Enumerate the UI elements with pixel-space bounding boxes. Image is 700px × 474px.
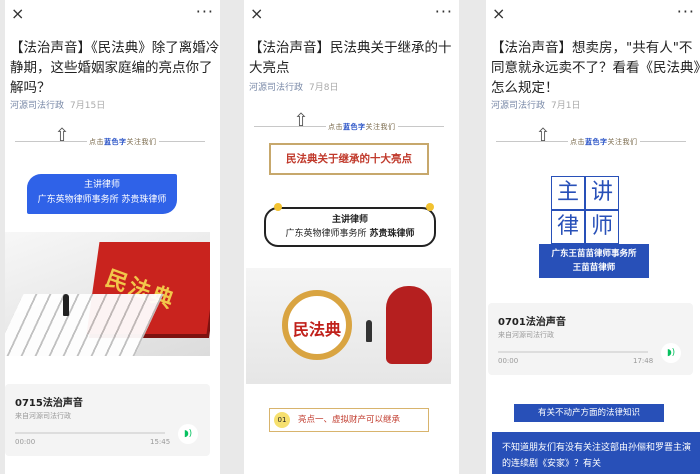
speaker-name: 苏贵珠律师 <box>369 229 415 239</box>
audio-title: 0715法治声音 <box>15 398 83 409</box>
decor-dot <box>274 203 282 211</box>
civil-code-book-image: 民法典 <box>5 232 210 356</box>
audio-play-icon[interactable]: ◗) <box>661 343 681 363</box>
up-arrow-icon: ⇧ <box>54 125 70 146</box>
speaker-title: 主讲律师 <box>83 180 120 190</box>
speaker-line: 广东英物律师事务所 苏贵珠律师 <box>266 227 434 241</box>
section-tag: 有关不动产方面的法律知识 <box>514 404 664 422</box>
audio-title: 0701法治声音 <box>498 317 566 328</box>
speaker-name: 王苗苗律师 <box>572 263 616 273</box>
follow-hint-suffix: 关注我们 <box>365 123 396 131</box>
keyboard <box>5 294 164 356</box>
follow-hint: 点击蓝色字关注我们 <box>568 137 640 147</box>
follow-hint-highlight: 蓝色字 <box>343 123 366 131</box>
figurine <box>63 294 69 316</box>
audio-source: 来自河源司法行政 <box>498 331 554 339</box>
close-icon[interactable]: × <box>250 4 263 23</box>
article-meta: 河源司法行政 7月8日 <box>249 80 338 93</box>
publish-date: 7月15日 <box>70 101 106 111</box>
close-icon[interactable]: × <box>11 4 24 23</box>
audio-play-icon[interactable]: ◗) <box>178 424 198 444</box>
speaker-box: 主讲律师 广东英物律师事务所 苏贵珠律师 <box>264 207 436 247</box>
source-link[interactable]: 河源司法行政 <box>249 83 303 93</box>
article-meta: 河源司法行政 7月1日 <box>491 98 580 111</box>
follow-hint-suffix: 关注我们 <box>607 138 638 146</box>
seal-stamp <box>386 286 432 364</box>
audio-end-time: 17:48 <box>633 357 654 365</box>
more-icon[interactable]: ··· <box>196 2 214 21</box>
follow-hint-prefix: 点击 <box>328 123 343 131</box>
article-meta: 河源司法行政 7月15日 <box>10 98 105 111</box>
audio-card[interactable]: 0715法治声音 来自河源司法行政 00:00 15:45 ◗) <box>5 384 210 456</box>
audio-start-time: 00:00 <box>15 438 36 446</box>
topic-banner: 民法典关于继承的十大亮点 <box>269 143 429 175</box>
article-title: 【法治声音】想卖房，"共有人"不同意就永远卖不了？看看《民法典》怎么规定！ <box>491 40 700 96</box>
follow-hint-highlight: 蓝色字 <box>104 138 127 146</box>
up-arrow-icon: ⇧ <box>293 110 309 131</box>
grid-char: 讲 <box>585 176 619 210</box>
speaker-name: 广东英物律师事务所 苏贵珠律师 <box>37 195 167 205</box>
magnifier-text: 民法典 <box>293 320 342 339</box>
more-icon[interactable]: ··· <box>677 2 695 21</box>
figurine <box>366 320 372 342</box>
source-link[interactable]: 河源司法行政 <box>10 101 64 111</box>
speaker-firm: 广东英物律师事务所 <box>285 229 367 239</box>
follow-hint: 点击蓝色字关注我们 <box>326 122 398 132</box>
grid-char: 师 <box>585 210 619 244</box>
publish-date: 7月1日 <box>551 101 581 111</box>
audio-card[interactable]: 0701法治声音 来自河源司法行政 00:00 17:48 ◗) <box>488 303 693 375</box>
article-panel-2: × ··· 【法治声音】民法典关于继承的十大亮点 河源司法行政 7月8日 ⇧ 点击… <box>244 0 459 474</box>
intro-paragraph: 不知道朋友们有没有关注这部由孙俪和罗晋主演的连续剧《安家》？有关 <box>492 432 700 474</box>
top-bar: × ··· <box>244 0 459 32</box>
article-title: 【法治声音】《民法典》除了离婚冷静期，这些婚姻家庭编的亮点你了解吗？ <box>10 40 220 96</box>
screenshot-row: × ··· 【法治声音】《民法典》除了离婚冷静期，这些婚姻家庭编的亮点你了解吗？… <box>0 0 700 474</box>
audio-progress[interactable] <box>498 351 648 353</box>
follow-hint-prefix: 点击 <box>89 138 104 146</box>
magnifier-image: 民法典 <box>246 268 451 384</box>
speaker-namebar: 广东王苗苗律师事务所 王苗苗律师 <box>539 244 649 278</box>
highlight-point: 01 亮点一、虚拟财产可以继承 <box>269 408 429 432</box>
follow-hint-highlight: 蓝色字 <box>585 138 608 146</box>
point-number: 01 <box>274 412 290 428</box>
follow-hint-prefix: 点击 <box>570 138 585 146</box>
audio-progress[interactable] <box>15 432 165 434</box>
follow-hint: 点击蓝色字关注我们 <box>87 137 159 147</box>
grid-char: 律 <box>551 210 585 244</box>
top-bar: × ··· <box>486 0 700 32</box>
more-icon[interactable]: ··· <box>435 2 453 21</box>
top-bar: × ··· <box>5 0 220 32</box>
speaker-box: 主讲律师 广东英物律师事务所 苏贵珠律师 <box>27 174 177 214</box>
article-panel-3: × ··· 【法治声音】想卖房，"共有人"不同意就永远卖不了？看看《民法典》怎么… <box>486 0 700 474</box>
point-text: 亮点一、虚拟财产可以继承 <box>298 415 401 425</box>
publish-date: 7月8日 <box>309 83 339 93</box>
article-title: 【法治声音】民法典关于继承的十大亮点 <box>249 40 452 76</box>
close-icon[interactable]: × <box>492 4 505 23</box>
grid-char: 主 <box>551 176 585 210</box>
follow-hint-suffix: 关注我们 <box>126 138 157 146</box>
speaker-firm: 广东王苗苗律师事务所 <box>551 249 637 259</box>
article-panel-1: × ··· 【法治声音】《民法典》除了离婚冷静期，这些婚姻家庭编的亮点你了解吗？… <box>5 0 220 474</box>
audio-end-time: 15:45 <box>150 438 171 446</box>
speaker-title: 主讲律师 <box>331 215 368 225</box>
audio-start-time: 00:00 <box>498 357 519 365</box>
source-link[interactable]: 河源司法行政 <box>491 101 545 111</box>
speaker-grid: 主 讲 律 师 <box>541 166 631 246</box>
audio-source: 来自河源司法行政 <box>15 412 71 420</box>
decor-dot <box>426 203 434 211</box>
up-arrow-icon: ⇧ <box>535 125 551 146</box>
